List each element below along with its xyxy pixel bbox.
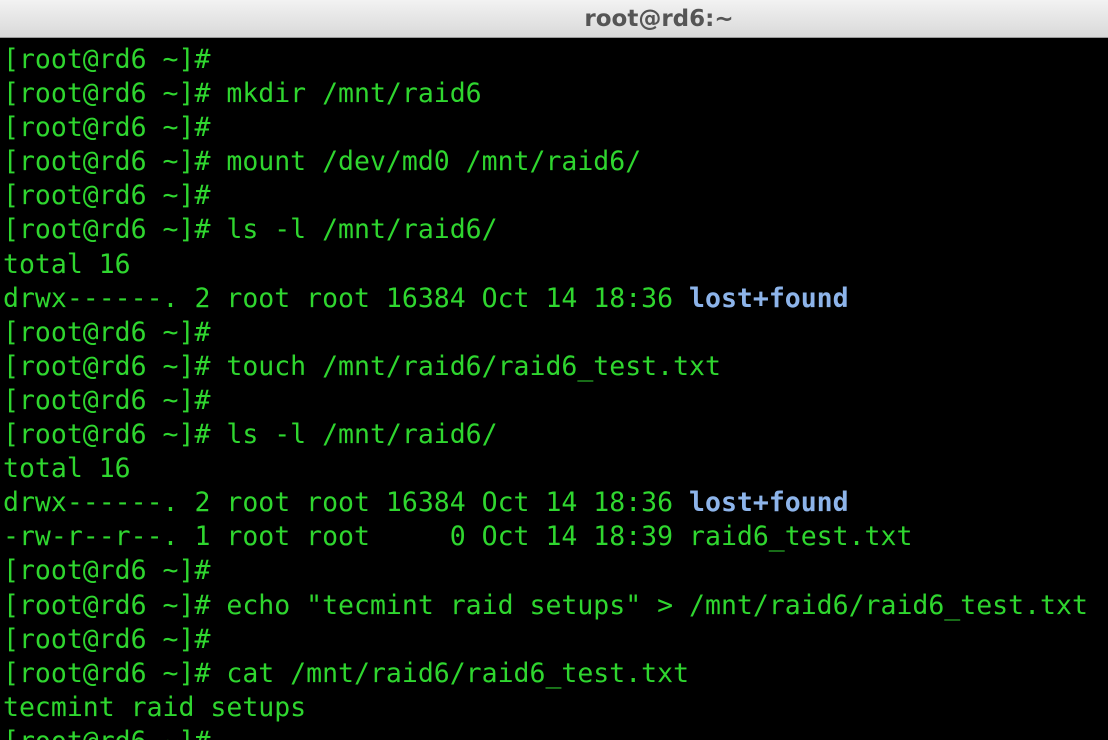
terminal-line: [root@rd6 ~]# bbox=[3, 554, 1108, 588]
terminal-line: drwx------. 2 root root 16384 Oct 14 18:… bbox=[3, 486, 1108, 520]
terminal-line: total 16 bbox=[3, 248, 1108, 282]
terminal-line-text: [root@rd6 ~]# touch /mnt/raid6/raid6_tes… bbox=[3, 350, 721, 382]
terminal-line-text: tecmint raid setups bbox=[3, 691, 307, 723]
terminal-line-text: [root@rd6 ~]# bbox=[3, 384, 211, 416]
terminal-line-text: -rw-r--r--. 1 root root 0 Oct 14 18:39 r… bbox=[3, 521, 913, 553]
terminal-line: drwx------. 2 root root 16384 Oct 14 18:… bbox=[3, 282, 1108, 316]
terminal-line-text: total 16 bbox=[3, 248, 131, 280]
terminal-line: [root@rd6 ~]# bbox=[3, 43, 1108, 77]
window-title: root@rd6:~ bbox=[584, 5, 734, 32]
terminal-window: root@rd6:~ [root@rd6 ~]# [root@rd6 ~]# mk… bbox=[0, 0, 1108, 740]
terminal-line: [root@rd6 ~]# touch /mnt/raid6/raid6_tes… bbox=[3, 350, 1108, 384]
terminal-line: [root@rd6 ~]# mount /dev/md0 /mnt/raid6/ bbox=[3, 145, 1108, 179]
terminal-line-text: [root@rd6 ~]# bbox=[3, 726, 210, 740]
terminal-line: [root@rd6 ~]# echo "tecmint raid setups"… bbox=[3, 589, 1108, 623]
terminal-line: [root@rd6 ~]# cat /mnt/raid6/raid6_test.… bbox=[3, 657, 1108, 691]
terminal-line: [root@rd6 ~]# ls -l /mnt/raid6/ bbox=[3, 418, 1108, 452]
terminal-line-text: [root@rd6 ~]# bbox=[3, 316, 211, 348]
terminal-line: [root@rd6 ~]# mkdir /mnt/raid6 bbox=[3, 77, 1108, 111]
terminal-line: [root@rd6 ~]# bbox=[3, 623, 1108, 657]
terminal-line: tecmint raid setups bbox=[3, 691, 1108, 725]
terminal-output[interactable]: [root@rd6 ~]# [root@rd6 ~]# mkdir /mnt/ra… bbox=[0, 38, 1108, 740]
title-bar[interactable]: root@rd6:~ bbox=[0, 0, 1108, 38]
terminal-line-text: [root@rd6 ~]# bbox=[3, 623, 211, 655]
terminal-line: [root@rd6 ~]# ls -l /mnt/raid6/ bbox=[3, 213, 1108, 247]
terminal-line: [root@rd6 ~]# bbox=[3, 111, 1108, 145]
terminal-line: total 16 bbox=[3, 452, 1108, 486]
terminal-line-text: [root@rd6 ~]# bbox=[3, 180, 211, 212]
terminal-line: [root@rd6 ~]# bbox=[3, 725, 1108, 740]
terminal-line-text: [root@rd6 ~]# ls -l /mnt/raid6/ bbox=[3, 419, 498, 451]
terminal-line-text: [root@rd6 ~]# mount /dev/md0 /mnt/raid6/ bbox=[3, 146, 642, 178]
terminal-line: [root@rd6 ~]# bbox=[3, 316, 1108, 350]
terminal-line-text: [root@rd6 ~]# bbox=[3, 555, 211, 587]
directory-name: lost+found bbox=[689, 282, 849, 314]
terminal-line: [root@rd6 ~]# bbox=[3, 384, 1108, 418]
directory-name: lost+found bbox=[689, 487, 849, 519]
terminal-line-text: [root@rd6 ~]# bbox=[3, 112, 211, 144]
terminal-line: [root@rd6 ~]# bbox=[3, 179, 1108, 213]
terminal-line-text: [root@rd6 ~]# bbox=[3, 44, 211, 75]
terminal-line-text: drwx------. 2 root root 16384 Oct 14 18:… bbox=[3, 282, 690, 314]
terminal-line-text: total 16 bbox=[3, 453, 131, 485]
terminal-line-text: [root@rd6 ~]# mkdir /mnt/raid6 bbox=[3, 78, 482, 110]
terminal-line-text: drwx------. 2 root root 16384 Oct 14 18:… bbox=[3, 487, 690, 519]
terminal-line-text: [root@rd6 ~]# echo "tecmint raid setups"… bbox=[3, 589, 1088, 621]
terminal-line-text: [root@rd6 ~]# ls -l /mnt/raid6/ bbox=[3, 214, 498, 246]
terminal-line-text: [root@rd6 ~]# cat /mnt/raid6/raid6_test.… bbox=[3, 657, 690, 689]
terminal-line: -rw-r--r--. 1 root root 0 Oct 14 18:39 r… bbox=[3, 520, 1108, 554]
